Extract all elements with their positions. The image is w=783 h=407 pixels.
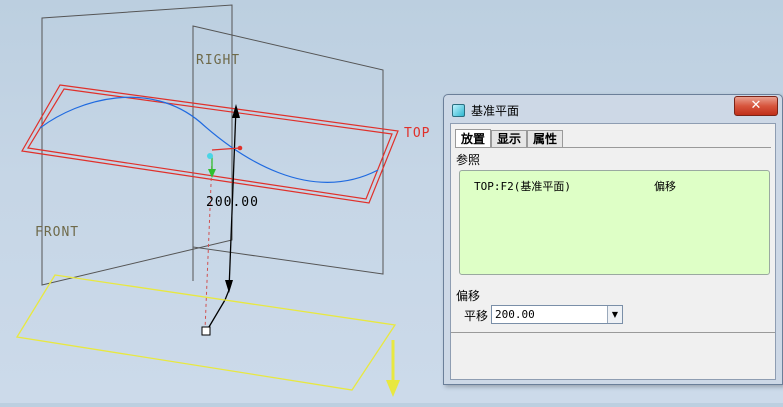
dialog-title: 基准平面 [471,104,520,118]
dialog-titlebar[interactable]: 基准平面 ✕ [444,95,782,121]
triad-origin-icon [207,153,213,159]
top-datum-plane-outer[interactable] [21,84,399,204]
datum-plane-dialog: 基准平面 ✕ 放置 显示 属性 参照 TOP:F2(基准平面) 偏移 偏移 平移… [443,94,783,385]
translation-combobox[interactable]: 200.00 ▼ [491,305,623,324]
offset-label: 偏移 [456,289,481,303]
translation-label: 平移 [464,309,489,323]
front-plane-label: FRONT [35,225,79,240]
dialog-separator [451,332,775,333]
references-label: 参照 [456,153,481,167]
dimension-arrow-up-icon [232,104,240,118]
top-plane-label: TOP [404,126,430,141]
dimension-leader [205,289,230,333]
dimension-arrow-down-icon [225,280,233,293]
tab-placement[interactable]: 放置 [455,129,491,148]
close-button[interactable]: ✕ [734,96,778,116]
normal-direction-arrow-icon[interactable] [386,380,400,397]
right-plane-label: RIGHT [196,53,240,68]
tab-properties[interactable]: 属性 [527,130,563,148]
triad-x-point-icon [237,145,243,151]
tab-divider [455,147,771,148]
translation-input[interactable]: 200.00 [495,308,535,321]
reference-name: TOP:F2(基准平面) [474,180,571,193]
chevron-down-icon[interactable]: ▼ [607,306,622,323]
dialog-body: 放置 显示 属性 参照 TOP:F2(基准平面) 偏移 偏移 平移 200.00… [450,123,776,380]
front-datum-plane[interactable] [41,4,233,286]
dimension-value[interactable]: 200.00 [206,195,259,210]
references-collector[interactable]: TOP:F2(基准平面) 偏移 [459,170,770,275]
tab-display[interactable]: 显示 [491,130,527,148]
reference-constraint-type[interactable]: 偏移 [654,178,676,194]
datum-plane-icon [452,104,465,117]
drag-handle[interactable] [201,326,211,336]
